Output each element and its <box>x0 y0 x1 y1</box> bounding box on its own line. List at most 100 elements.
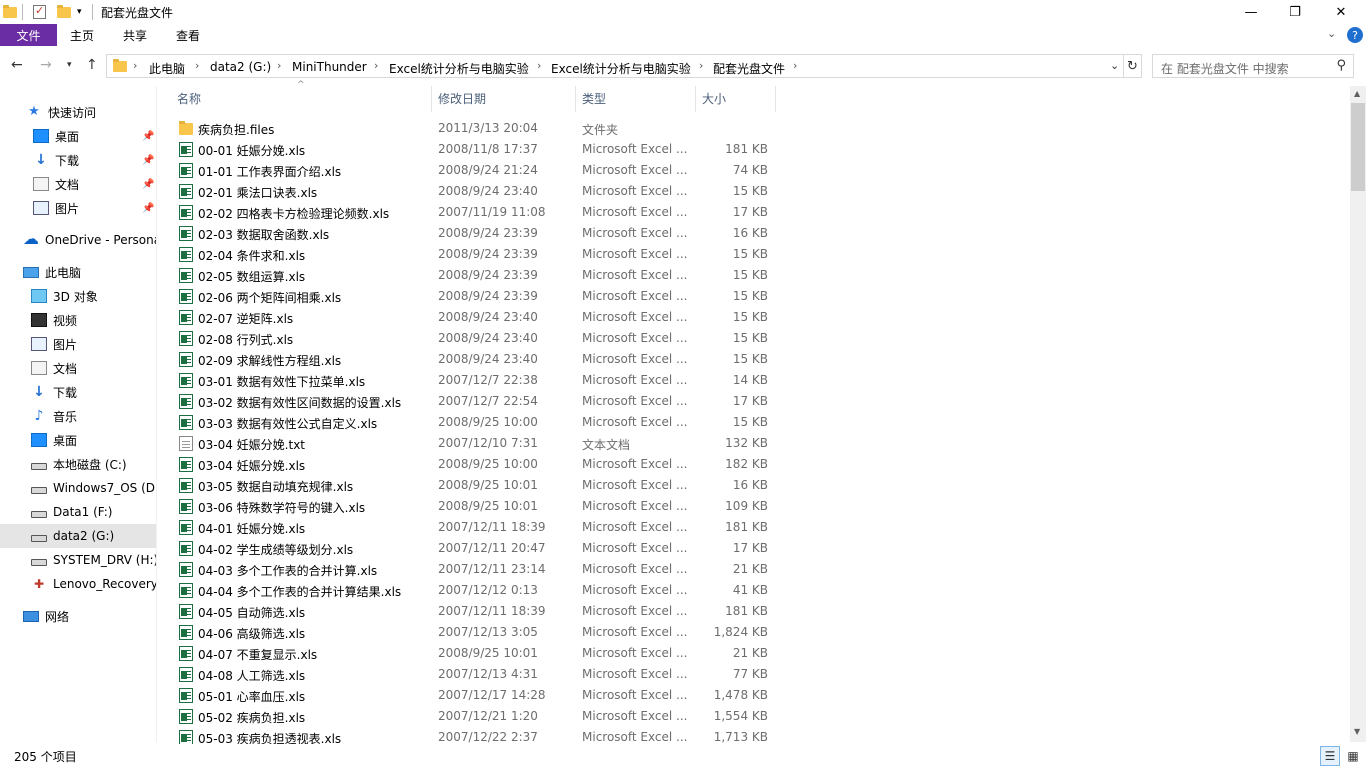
file-row[interactable]: 00-01 妊娠分娩.xls 2008/11/8 17:37 Microsoft E… <box>157 139 1350 160</box>
file-row[interactable]: 04-07 不重复显示.xls 2008/9/25 10:01 Microsoft … <box>157 643 1350 664</box>
new-folder-icon[interactable] <box>57 4 71 20</box>
search-icon[interactable]: ⚲ <box>1336 58 1346 73</box>
chevron-right-icon[interactable]: › <box>277 59 281 72</box>
file-row[interactable]: 04-03 多个工作表的合并计算.xls 2007/12/11 23:14 Micr… <box>157 559 1350 580</box>
pin-icon[interactable]: 📌 <box>142 179 154 190</box>
breadcrumb-drive[interactable]: data2 (G:) <box>210 60 271 74</box>
file-row[interactable]: 02-08 行列式.xls 2008/9/24 23:40 Microsoft Ex… <box>157 328 1350 349</box>
breadcrumb-folder-1[interactable]: Excel统计分析与电脑实验 <box>389 60 529 77</box>
file-row[interactable]: 02-05 数组运算.xls 2008/9/24 23:39 Microsoft E… <box>157 265 1350 286</box>
column-divider[interactable] <box>431 86 432 112</box>
refresh-icon[interactable]: ↻ <box>1124 54 1142 78</box>
address-bar[interactable]: › 此电脑 › data2 (G:) › MiniThunder › Excel… <box>106 54 1124 78</box>
nav-network[interactable]: 网络 <box>0 604 156 628</box>
file-row[interactable]: 02-07 逆矩阵.xls 2008/9/24 23:40 Microsoft Ex… <box>157 307 1350 328</box>
chevron-right-icon[interactable]: › <box>374 59 378 72</box>
file-row[interactable]: 04-01 妊娠分娩.xls 2007/12/11 18:39 Microsoft … <box>157 517 1350 538</box>
file-row[interactable]: 04-02 学生成绩等级划分.xls 2007/12/11 20:47 Micros… <box>157 538 1350 559</box>
tab-share[interactable]: 共享 <box>110 24 160 46</box>
file-row[interactable]: 05-03 疾病负担透视表.xls 2007/12/22 2:37 Microsof… <box>157 727 1350 744</box>
nav-drive-c[interactable]: 本地磁盘 (C:) <box>0 452 156 476</box>
column-divider[interactable] <box>775 86 776 112</box>
nav-drive-g[interactable]: data2 (G:) <box>0 524 156 548</box>
maximize-button[interactable]: ❐ <box>1272 0 1318 24</box>
tab-view[interactable]: 查看 <box>163 24 213 46</box>
breadcrumb-folder-2[interactable]: Excel统计分析与电脑实验 <box>551 60 691 77</box>
help-icon[interactable]: ? <box>1347 27 1363 43</box>
pin-icon[interactable]: 📌 <box>142 131 154 142</box>
column-header-name[interactable]: 名称 <box>177 86 201 110</box>
file-row[interactable]: 04-05 自动筛选.xls 2007/12/11 18:39 Microsoft … <box>157 601 1350 622</box>
pin-icon[interactable]: 📌 <box>142 155 154 166</box>
column-divider[interactable] <box>695 86 696 112</box>
nav-quick-desktop[interactable]: 桌面 📌 <box>0 124 156 148</box>
file-row[interactable]: 02-09 求解线性方程组.xls 2008/9/24 23:40 Microsof… <box>157 349 1350 370</box>
file-row[interactable]: 03-03 数据有效性公式自定义.xls 2008/9/25 10:00 Micro… <box>157 412 1350 433</box>
nav-quick-pictures[interactable]: 图片 📌 <box>0 196 156 220</box>
recent-locations-icon[interactable]: ▾ <box>67 60 72 70</box>
file-row[interactable]: 03-01 数据有效性下拉菜单.xls 2007/12/7 22:38 Micros… <box>157 370 1350 391</box>
column-header-type[interactable]: 类型 <box>582 86 606 110</box>
breadcrumb-minithunder[interactable]: MiniThunder <box>292 60 367 74</box>
tab-home[interactable]: 主页 <box>57 24 107 46</box>
up-arrow-icon[interactable]: ↑ <box>86 57 98 73</box>
nav-onedrive[interactable]: ☁ OneDrive - Persona <box>0 228 156 252</box>
file-row[interactable]: 02-03 数据取舍函数.xls 2008/9/24 23:39 Microsoft… <box>157 223 1350 244</box>
nav-documents[interactable]: 文档 <box>0 356 156 380</box>
breadcrumb-this-pc[interactable]: 此电脑 <box>149 60 185 77</box>
nav-pictures[interactable]: 图片 <box>0 332 156 356</box>
file-row[interactable]: 01-01 工作表界面介绍.xls 2008/9/24 21:24 Microsof… <box>157 160 1350 181</box>
file-row[interactable]: 04-06 高级筛选.xls 2007/12/13 3:05 Microsoft E… <box>157 622 1350 643</box>
large-icons-view-icon[interactable]: ▦ <box>1343 746 1363 766</box>
nav-quick-access[interactable]: ★ 快速访问 <box>0 100 156 124</box>
chevron-right-icon[interactable]: › <box>195 59 199 72</box>
chevron-right-icon[interactable]: › <box>699 59 703 72</box>
file-row[interactable]: 03-04 妊娠分娩.xls 2008/9/25 10:00 Microsoft E… <box>157 454 1350 475</box>
nav-drive-d[interactable]: Windows7_OS (D: <box>0 476 156 500</box>
chevron-right-icon[interactable]: › <box>537 59 541 72</box>
file-row[interactable]: 02-04 条件求和.xls 2008/9/24 23:39 Microsoft E… <box>157 244 1350 265</box>
address-dropdown-icon[interactable]: ⌄ <box>1110 59 1119 72</box>
properties-icon[interactable] <box>33 4 46 20</box>
nav-drive-f[interactable]: Data1 (F:) <box>0 500 156 524</box>
ribbon-expand-icon[interactable]: ⌄ <box>1327 27 1336 40</box>
scroll-up-icon[interactable]: ▲ <box>1354 89 1360 98</box>
file-row[interactable]: 03-05 数据自动填充规律.xls 2008/9/25 10:01 Microso… <box>157 475 1350 496</box>
breadcrumb-current[interactable]: 配套光盘文件 <box>713 60 785 77</box>
vertical-scrollbar[interactable]: ▲ ▼ <box>1350 86 1366 742</box>
nav-3d-objects[interactable]: 3D 对象 <box>0 284 156 308</box>
column-header-size[interactable]: 大小 <box>702 86 726 110</box>
nav-desktop[interactable]: 桌面 <box>0 428 156 452</box>
file-row[interactable]: 04-04 多个工作表的合并计算结果.xls 2007/12/12 0:13 Mic… <box>157 580 1350 601</box>
tab-file[interactable]: 文件 <box>0 24 57 46</box>
file-row[interactable]: 03-02 数据有效性区间数据的设置.xls 2007/12/7 22:54 Mic… <box>157 391 1350 412</box>
nav-quick-downloads[interactable]: ↓ 下载 📌 <box>0 148 156 172</box>
file-row[interactable]: 02-06 两个矩阵间相乘.xls 2008/9/24 23:39 Microsof… <box>157 286 1350 307</box>
minimize-button[interactable]: — <box>1228 0 1274 24</box>
search-input[interactable]: 在 配套光盘文件 中搜索 ⚲ <box>1152 54 1354 78</box>
back-arrow-icon[interactable]: ← <box>11 57 23 73</box>
close-button[interactable]: ✕ <box>1318 0 1364 24</box>
chevron-right-icon[interactable]: › <box>133 59 137 72</box>
file-row[interactable]: 03-06 特殊数学符号的键入.xls 2008/9/25 10:01 Micros… <box>157 496 1350 517</box>
file-row[interactable]: 04-08 人工筛选.xls 2007/12/13 4:31 Microsoft E… <box>157 664 1350 685</box>
nav-lenovo-recovery[interactable]: ✚ Lenovo_Recovery <box>0 572 156 596</box>
nav-quick-documents[interactable]: 文档 📌 <box>0 172 156 196</box>
file-row[interactable]: 03-04 妊娠分娩.txt 2007/12/10 7:31 文本文档 132 KB <box>157 433 1350 454</box>
column-header-date[interactable]: 修改日期 <box>438 86 486 110</box>
chevron-right-icon[interactable]: › <box>793 59 797 72</box>
customize-toolbar-icon[interactable]: ▾ <box>77 4 82 20</box>
file-row[interactable]: 02-02 四格表卡方检验理论频数.xls 2007/11/19 11:08 Mic… <box>157 202 1350 223</box>
column-divider[interactable] <box>575 86 576 112</box>
file-row[interactable]: 02-01 乘法口诀表.xls 2008/9/24 23:40 Microsoft … <box>157 181 1350 202</box>
nav-music[interactable]: ♪ 音乐 <box>0 404 156 428</box>
nav-this-pc[interactable]: 此电脑 <box>0 260 156 284</box>
details-view-icon[interactable]: ☰ <box>1320 746 1340 766</box>
file-row[interactable]: 05-01 心率血压.xls 2007/12/17 14:28 Microsoft … <box>157 685 1350 706</box>
file-row[interactable]: 05-02 疾病负担.xls 2007/12/21 1:20 Microsoft E… <box>157 706 1350 727</box>
forward-arrow-icon[interactable]: → <box>40 57 52 73</box>
scroll-down-icon[interactable]: ▼ <box>1354 727 1360 736</box>
scroll-thumb[interactable] <box>1351 103 1365 191</box>
nav-videos[interactable]: 视频 <box>0 308 156 332</box>
nav-drive-h[interactable]: SYSTEM_DRV (H:) <box>0 548 156 572</box>
